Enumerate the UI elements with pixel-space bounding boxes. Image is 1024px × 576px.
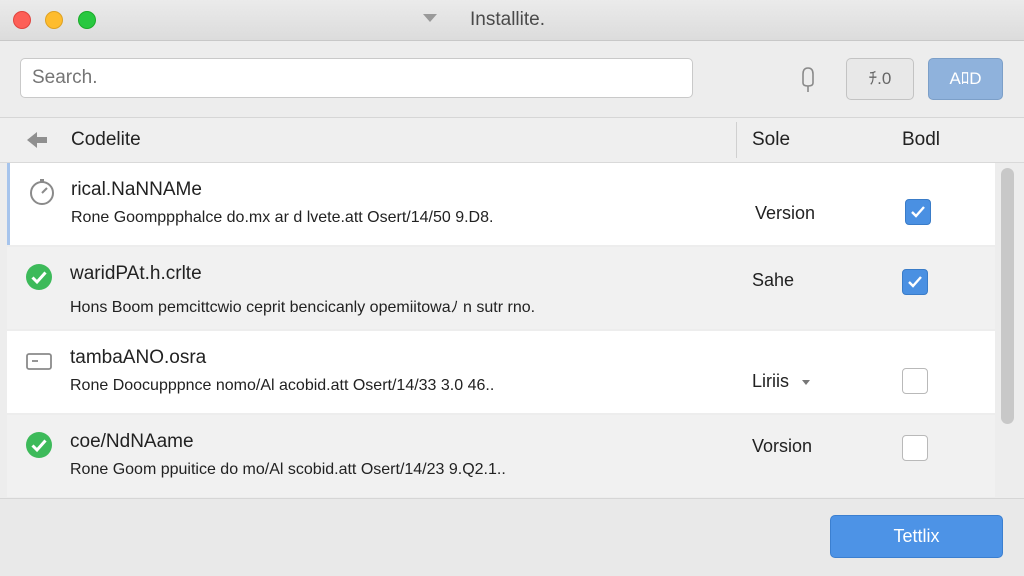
item-checkbox[interactable]: [902, 435, 928, 461]
clock-icon: [30, 179, 54, 205]
item-description: Hons Boom pemcittcwio ceprit bencicanly …: [70, 299, 536, 316]
column-divider: [736, 122, 737, 158]
chevron-down-icon[interactable]: [423, 14, 437, 22]
item-version: Version: [755, 203, 816, 223]
item-name: rical.NaNNAMe: [71, 179, 202, 200]
list-item[interactable]: coe/NdNAame Rone Goom ppuitice do mo/Al …: [7, 415, 995, 497]
search-input[interactable]: [20, 58, 693, 98]
list-item[interactable]: tambaANO.osra Rone Doocupppnce nomo/Al a…: [7, 331, 995, 413]
item-name: coe/NdNAame: [70, 431, 194, 452]
checkmark-icon: [908, 276, 922, 288]
column-header-col2[interactable]: Sole: [752, 129, 790, 151]
toolbar: ﾁ.0 AﾛD: [0, 41, 1024, 118]
column-header-col3[interactable]: Bodl: [902, 129, 940, 151]
bell-icon[interactable]: [800, 65, 816, 95]
item-version-dropdown[interactable]: Liriis: [752, 371, 811, 392]
close-window-button[interactable]: [13, 11, 31, 29]
item-version: Sahe: [752, 270, 795, 290]
list-item[interactable]: waridPAt.h.crlte Hons Boom pemcittcwio c…: [7, 247, 995, 329]
minimize-window-button[interactable]: [45, 11, 63, 29]
item-name: tambaANO.osra: [70, 347, 207, 368]
installer-window: Installite. ﾁ.0 AﾛD Codelite Sole Bodl r…: [0, 0, 1024, 576]
back-arrow-icon[interactable]: [25, 129, 49, 151]
item-checkbox[interactable]: [905, 199, 931, 225]
column-header-name[interactable]: Codelite: [71, 129, 141, 151]
add-button[interactable]: AﾛD: [928, 58, 1003, 100]
table-header: Codelite Sole Bodl: [0, 118, 1024, 163]
window-title: Installite.: [470, 9, 545, 30]
item-checkbox[interactable]: [902, 269, 928, 295]
item-version: Vorsion: [752, 436, 813, 456]
package-list: rical.NaNNAMe Rone Goomppphalce do.mx ar…: [7, 163, 995, 498]
item-version: Liriis: [752, 371, 790, 391]
checkmark-icon: [911, 206, 925, 218]
window-icon: [26, 353, 52, 370]
dropdown-arrow-icon: [802, 379, 811, 385]
item-description: Rone Goom ppuitice do mo/Al scobid.att O…: [70, 461, 506, 478]
item-description: Rone Doocupppnce nomo/Al acobid.att Oser…: [70, 377, 495, 394]
check-circle-icon: [26, 264, 52, 290]
item-name: waridPAt.h.crlte: [70, 263, 202, 284]
primary-action-button[interactable]: Tettlix: [830, 515, 1003, 558]
scrollbar-thumb[interactable]: [1001, 168, 1014, 424]
item-description: Rone Goomppphalce do.mx ar d lvete.att O…: [71, 209, 494, 226]
item-checkbox[interactable]: [902, 368, 928, 394]
footer-bar: Tettlix: [0, 498, 1024, 576]
title-bar: Installite.: [0, 0, 1024, 41]
check-circle-icon: [26, 432, 52, 458]
secondary-button[interactable]: ﾁ.0: [846, 58, 914, 100]
maximize-window-button[interactable]: [78, 11, 96, 29]
list-item[interactable]: rical.NaNNAMe Rone Goomppphalce do.mx ar…: [7, 163, 995, 245]
